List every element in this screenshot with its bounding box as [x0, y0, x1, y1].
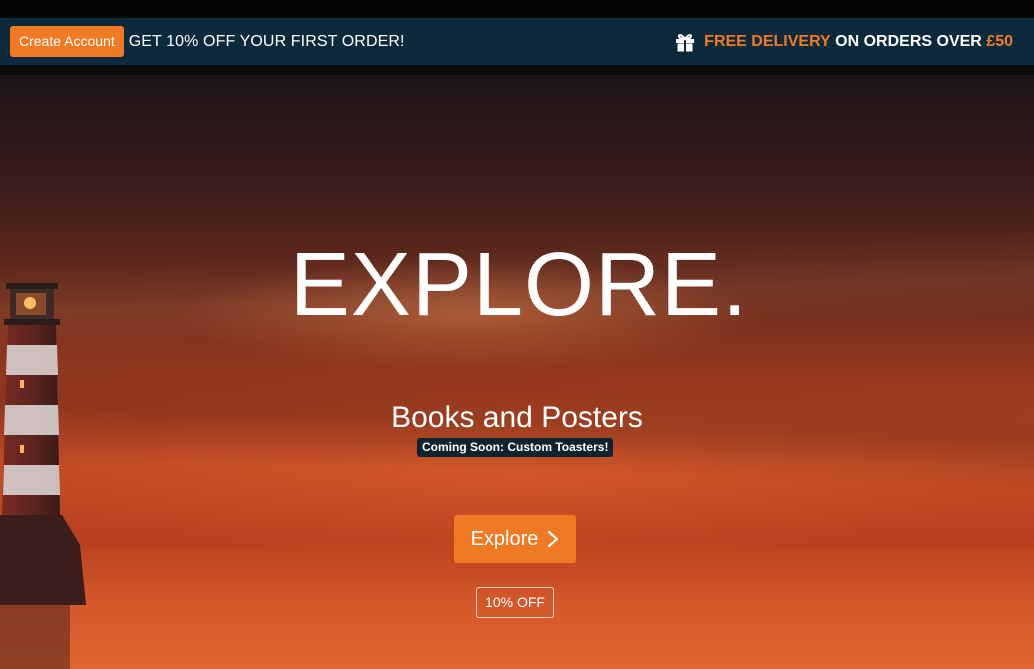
- chevron-right-icon: [547, 530, 559, 548]
- explore-button-label: Explore: [470, 527, 539, 550]
- coming-soon-badge: Coming Soon: Custom Toasters!: [417, 438, 614, 457]
- discount-badge[interactable]: 10% OFF: [476, 587, 554, 618]
- top-strip: [0, 0, 1034, 18]
- delivery-condition-text: ON ORDERS OVER: [830, 32, 987, 50]
- header-spacer: [0, 65, 1034, 75]
- create-account-button[interactable]: Create Account: [10, 26, 124, 57]
- promo-bar: Create Account GET 10% OFF YOUR FIRST OR…: [0, 18, 1034, 65]
- explore-button[interactable]: Explore: [454, 515, 576, 563]
- hero-background-overlay: [0, 75, 1034, 669]
- hero-headline: EXPLORE.: [289, 235, 749, 335]
- first-order-offer-text: GET 10% OFF YOUR FIRST ORDER!: [128, 32, 405, 50]
- delivery-threshold-amount: £50: [986, 32, 1013, 50]
- free-delivery-highlight: FREE DELIVERY: [704, 32, 831, 50]
- hero-subtitle: Books and Posters: [391, 401, 643, 434]
- free-delivery-notice: FREE DELIVERY ON ORDERS OVER £50: [674, 31, 1024, 53]
- gift-icon: [674, 31, 696, 53]
- hero-banner: EXPLORE. Books and Posters Coming Soon: …: [0, 75, 1034, 669]
